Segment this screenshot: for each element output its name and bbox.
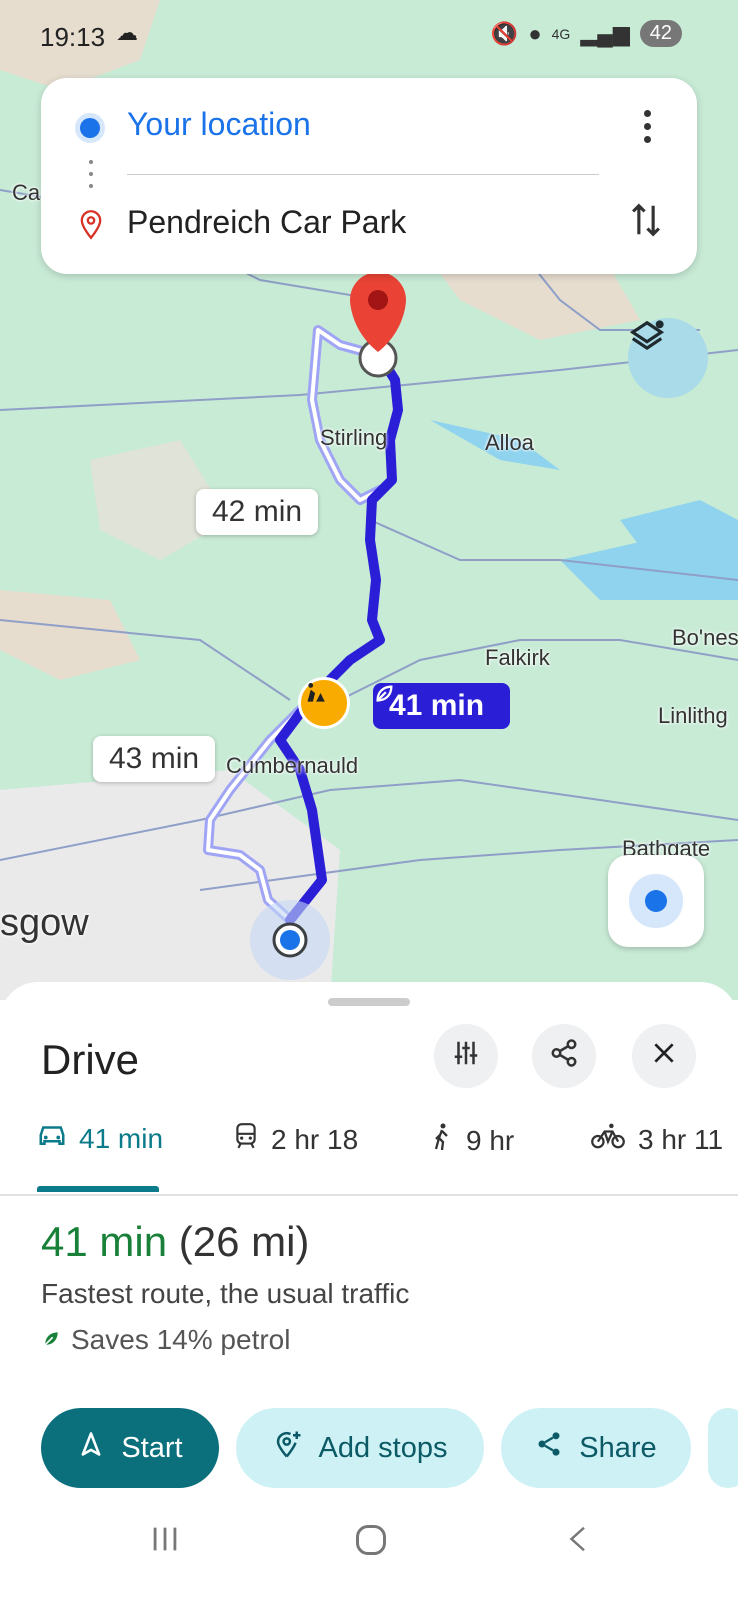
share-route-button[interactable] bbox=[532, 1024, 596, 1088]
eco-note-label: Saves 14% petrol bbox=[71, 1324, 291, 1355]
mute-icon: 🔇 bbox=[490, 20, 519, 46]
tab-walk-label: 9 hr bbox=[466, 1124, 515, 1156]
route-bubble-alt2[interactable]: 43 min bbox=[93, 736, 216, 782]
start-button-label: Start bbox=[121, 1431, 183, 1464]
add-stops-label: Add stops bbox=[318, 1431, 448, 1464]
more-icon bbox=[643, 109, 651, 117]
status-time: 19:13 bbox=[40, 22, 106, 52]
my-location-button[interactable] bbox=[608, 855, 704, 947]
tab-cycle-label: 3 hr 11 bbox=[638, 1123, 724, 1155]
map-label-alloa: Alloa bbox=[485, 430, 534, 455]
location-status-icon: ● bbox=[528, 20, 542, 46]
network-label: 4G bbox=[551, 25, 571, 42]
map-label-stirling: Stirling bbox=[320, 425, 388, 450]
tab-cycle[interactable]: 3 hr 11 bbox=[590, 1122, 723, 1157]
sheet-title: Drive bbox=[41, 1036, 140, 1083]
share-button-label: Share bbox=[579, 1431, 657, 1464]
car-icon bbox=[37, 1122, 67, 1155]
signal-icon: ▂▄▆ bbox=[580, 20, 630, 46]
tab-transit-label: 2 hr 18 bbox=[271, 1123, 359, 1155]
route-description: Fastest route, the usual traffic bbox=[41, 1278, 410, 1309]
swap-icon bbox=[628, 203, 664, 247]
back-icon[interactable] bbox=[564, 1522, 594, 1565]
travel-mode-tabs: 41 min 2 hr 18 9 hr 3 hr 11 bbox=[0, 1112, 738, 1192]
share-icon bbox=[535, 1430, 563, 1466]
status-icons: 🔇 ● 4G ▂▄▆ 42 bbox=[491, 20, 682, 47]
add-stops-button[interactable]: Add stops bbox=[236, 1408, 484, 1488]
route-distance: (26 mi) bbox=[178, 1218, 310, 1265]
walk-icon bbox=[430, 1122, 454, 1159]
bike-icon bbox=[590, 1122, 626, 1157]
tabs-divider bbox=[0, 1194, 738, 1196]
route-connector-icon bbox=[89, 160, 93, 194]
close-icon bbox=[651, 1040, 677, 1073]
sliders-icon bbox=[451, 1038, 481, 1075]
map-label-linlithgow: Linlithg bbox=[658, 703, 728, 728]
route-duration: 41 min bbox=[41, 1218, 168, 1265]
eco-note: Saves 14% petrol bbox=[41, 1324, 290, 1356]
origin-input[interactable]: Your location bbox=[127, 106, 311, 143]
route-bubble-main-label: 41 min bbox=[389, 689, 485, 722]
destination-input[interactable]: Pendreich Car Park bbox=[127, 204, 406, 241]
map-label-falkirk: Falkirk bbox=[485, 645, 550, 670]
map-label-cumbernauld: Cumbernauld bbox=[226, 753, 359, 778]
tab-drive[interactable]: 41 min bbox=[37, 1122, 163, 1155]
active-tab-indicator bbox=[37, 1186, 159, 1192]
swap-button[interactable] bbox=[628, 200, 664, 248]
more-options-button[interactable] bbox=[632, 104, 662, 148]
map-label-glasgow: sgow bbox=[0, 902, 89, 944]
battery-indicator: 42 bbox=[639, 20, 682, 47]
leaf-icon bbox=[41, 1324, 61, 1356]
route-options-button[interactable] bbox=[434, 1024, 498, 1088]
directions-sheet: Drive 41 min 2 hr 18 9 hr 3 hr 11 41 min… bbox=[0, 982, 738, 1600]
share-icon bbox=[549, 1038, 579, 1075]
tab-drive-label: 41 min bbox=[79, 1122, 164, 1154]
recent-apps-icon[interactable] bbox=[148, 1522, 182, 1565]
map-label-ca: Ca bbox=[12, 180, 41, 205]
home-icon[interactable] bbox=[353, 1522, 389, 1567]
train-icon bbox=[233, 1122, 259, 1157]
sheet-handle[interactable] bbox=[328, 998, 410, 1006]
close-button[interactable] bbox=[632, 1024, 696, 1088]
destination-pin-icon bbox=[80, 210, 102, 245]
origin-dot-icon bbox=[80, 118, 100, 138]
route-bubble-main[interactable]: 41 min bbox=[373, 683, 511, 729]
map-label-bo-ness: Bo'nes bbox=[672, 625, 738, 650]
cloud-icon: ☁ bbox=[116, 20, 138, 45]
start-button[interactable]: Start bbox=[41, 1408, 219, 1488]
location-dot-icon bbox=[645, 890, 667, 912]
add-stop-icon bbox=[273, 1429, 303, 1467]
roadwork-icon[interactable] bbox=[298, 677, 350, 729]
navigation-arrow-icon bbox=[77, 1430, 105, 1466]
status-bar: 19:13 ☁ 🔇 ● 4G ▂▄▆ 42 bbox=[0, 0, 738, 70]
tab-transit[interactable]: 2 hr 18 bbox=[233, 1122, 358, 1157]
tab-walk[interactable]: 9 hr bbox=[430, 1122, 514, 1159]
share-button[interactable]: Share bbox=[501, 1408, 691, 1488]
route-bubble-alt1[interactable]: 42 min bbox=[196, 489, 319, 535]
more-actions-button[interactable] bbox=[708, 1408, 738, 1488]
layers-button[interactable] bbox=[628, 318, 708, 398]
route-summary: 41 min (26 mi) bbox=[41, 1218, 309, 1266]
search-divider bbox=[127, 174, 599, 175]
